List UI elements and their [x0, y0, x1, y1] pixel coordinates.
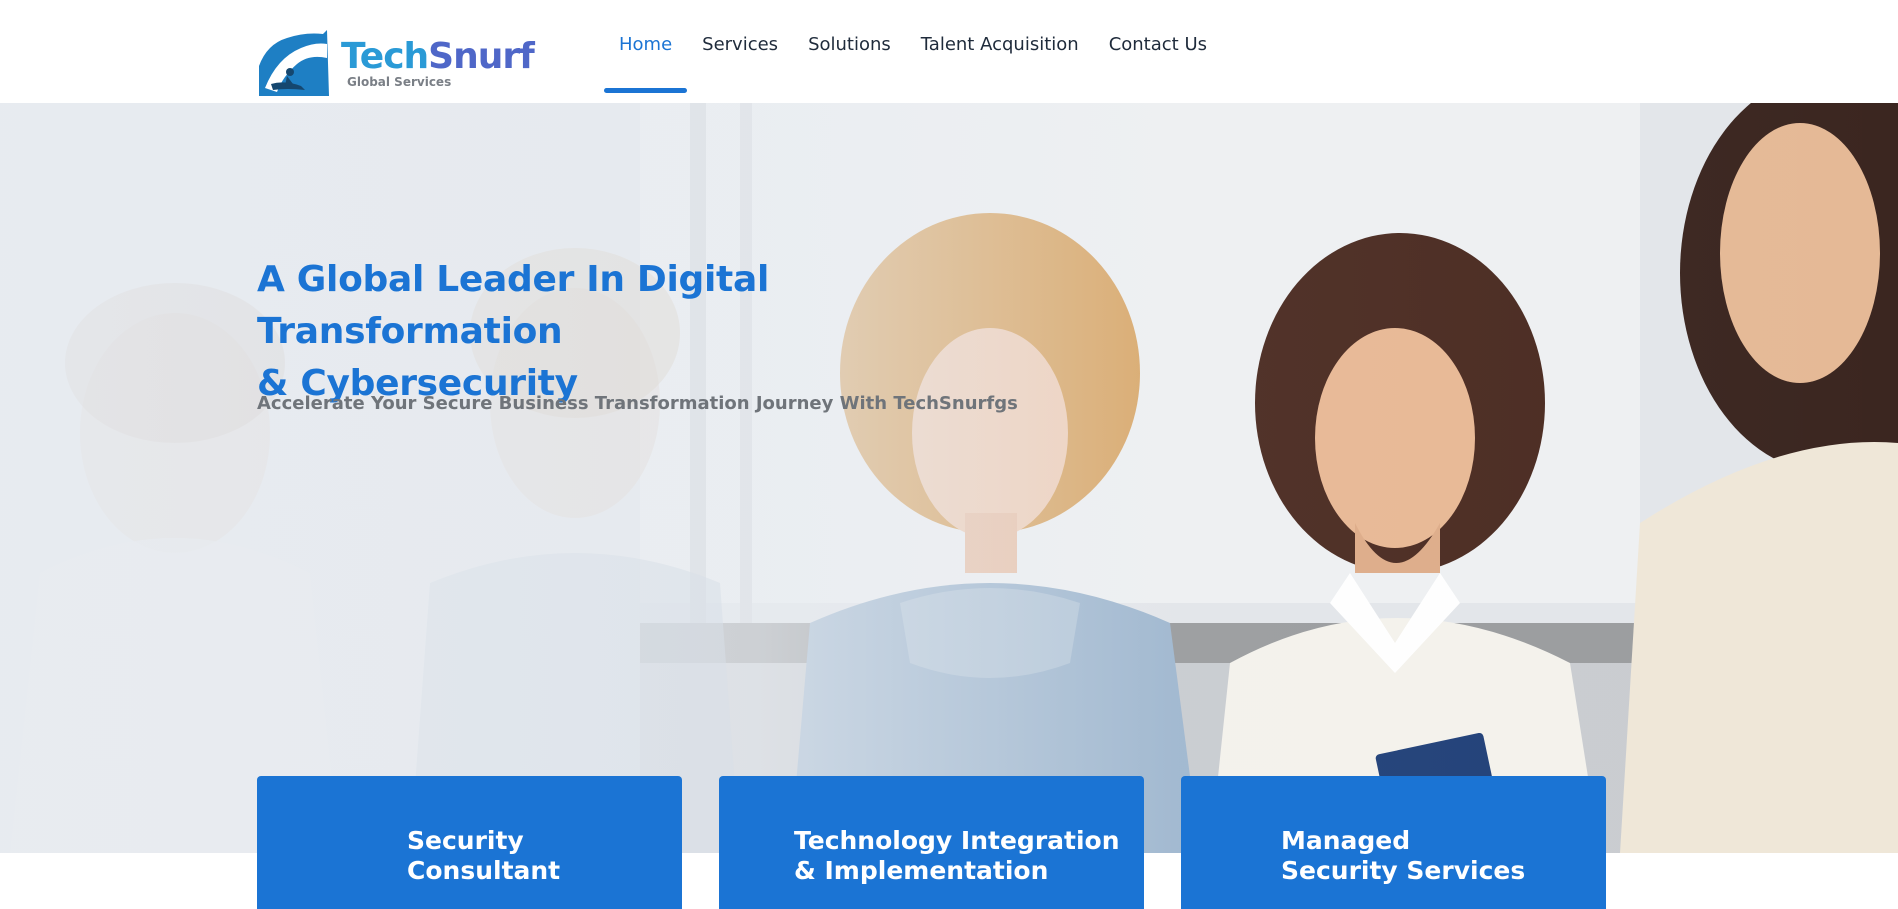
site-header: TechSnurf Global Services Home Services … [0, 0, 1898, 103]
logo-surfer-icon [257, 28, 331, 98]
card-title-line1: Security [407, 826, 524, 855]
hero-banner: A Global Leader In Digital Transformatio… [0, 103, 1898, 853]
card-title-line1: Managed [1281, 826, 1411, 855]
nav-solutions[interactable]: Solutions [793, 0, 906, 103]
nav-services[interactable]: Services [687, 0, 793, 103]
hero-title: A Global Leader In Digital Transformatio… [257, 254, 1037, 410]
service-cards: Security Consultant Technology Integrati… [257, 776, 1606, 909]
card-technology-integration[interactable]: Technology Integration & Implementation [719, 776, 1144, 909]
logo-tagline: Global Services [347, 75, 452, 89]
hero-title-line1: A Global Leader In Digital Transformatio… [257, 259, 770, 352]
nav-talent-acquisition[interactable]: Talent Acquisition [906, 0, 1094, 103]
hero-subtitle: Accelerate Your Secure Business Transfor… [257, 393, 1018, 414]
card-title-line2: Consultant [407, 856, 561, 885]
nav-contact-us[interactable]: Contact Us [1094, 0, 1222, 103]
site-logo[interactable]: TechSnurf Global Services [257, 28, 535, 98]
card-title: Technology Integration & Implementation [794, 826, 1120, 886]
logo-name: TechSnurf [341, 36, 535, 77]
card-title-line2: Security Services [1281, 856, 1526, 885]
hero-overlay [0, 103, 1898, 853]
card-security-consultant[interactable]: Security Consultant [257, 776, 682, 909]
logo-name-part1: Tech [341, 36, 429, 77]
card-title-line1: Technology Integration [794, 826, 1120, 855]
nav-home[interactable]: Home [604, 0, 688, 103]
logo-name-part2: Snurf [428, 36, 535, 77]
card-title-line2: & Implementation [794, 856, 1049, 885]
card-managed-security-services[interactable]: Managed Security Services [1181, 776, 1606, 909]
card-title: Security Consultant [407, 826, 560, 886]
card-title: Managed Security Services [1281, 826, 1525, 886]
main-nav: Home Services Solutions Talent Acquisiti… [604, 0, 1222, 103]
